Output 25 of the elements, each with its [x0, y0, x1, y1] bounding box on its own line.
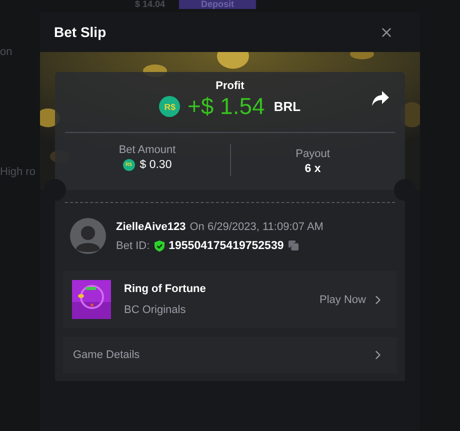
bet-amount-value: $ 0.30 — [140, 159, 172, 171]
page-text: on — [0, 46, 12, 58]
payout-value: 6 x — [304, 163, 321, 175]
share-icon[interactable] — [372, 91, 389, 106]
username: ZielleAive123 — [116, 220, 186, 232]
currency-badge: R$ — [159, 96, 180, 117]
copy-icon[interactable] — [288, 240, 299, 251]
profit-amount: +$ 1.54 — [187, 93, 265, 120]
payout-label: Payout — [296, 148, 330, 160]
bet-amount-label: Bet Amount — [118, 144, 176, 156]
game-card[interactable]: Ring of Fortune BC Originals Play Now — [63, 271, 397, 328]
balance-amount: $ 14.04 — [135, 0, 166, 9]
currency-code: BRL — [274, 99, 301, 114]
bet-id-label: Bet ID: — [116, 240, 150, 252]
dialog-title: Bet Slip — [54, 24, 106, 40]
bet-date: On 6/29/2023, 11:09:07 AM — [190, 220, 324, 232]
avatar — [70, 218, 106, 254]
game-details-button[interactable]: Game Details — [63, 337, 397, 373]
verified-shield-icon — [154, 240, 165, 252]
page-text: High ro — [0, 166, 36, 178]
game-title: Ring of Fortune — [124, 283, 207, 295]
game-provider: BC Originals — [124, 304, 187, 316]
profit-label: Profit — [216, 80, 244, 92]
play-now-link[interactable]: Play Now — [320, 292, 385, 306]
bet-id: 195504175419752539 — [168, 240, 284, 252]
